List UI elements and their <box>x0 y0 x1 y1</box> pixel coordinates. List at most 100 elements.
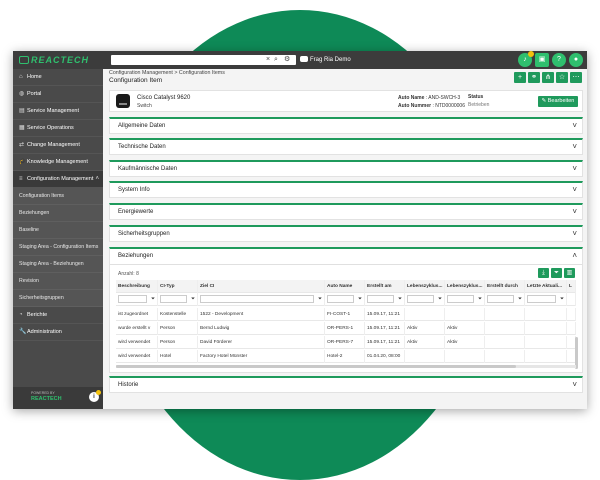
panel-allgemeine-daten[interactable]: Allgemeine Daten ˅ <box>109 117 583 134</box>
filter-input[interactable] <box>160 295 187 303</box>
brand-logo[interactable]: REACTECH <box>19 55 89 65</box>
sidebar-item-service-management[interactable]: ▤ Service Management <box>13 103 103 120</box>
chevron-down-icon: ˅ <box>572 142 577 151</box>
filter-button[interactable]: ⏷ <box>551 268 562 278</box>
table-cell <box>485 322 525 335</box>
table-row[interactable]: wird verwendet Hotel Factory Hotel Münst… <box>116 350 576 363</box>
table-cell: Person <box>158 322 198 335</box>
filter-input[interactable] <box>118 295 147 303</box>
user-label: Frag Ria Demo <box>310 57 351 63</box>
sidebar-subitem-revision[interactable]: Revision <box>13 273 103 290</box>
filter-icon[interactable]: ⏷ <box>358 293 362 306</box>
filter-input[interactable] <box>527 295 556 303</box>
sidebar-item-portal[interactable]: ◍ Portal <box>13 86 103 103</box>
panel-technische-daten[interactable]: Technische Daten ˅ <box>109 138 583 155</box>
sidebar-item-label: Knowledge Management <box>27 159 88 165</box>
panel-title[interactable]: Beziehungen <box>118 253 153 259</box>
add-button[interactable]: + <box>514 72 526 83</box>
column-header[interactable]: Erstellt am <box>365 280 405 293</box>
sidebar-subitem-sicherheitsgruppen[interactable]: Sicherheitsgruppen <box>13 290 103 307</box>
date-filter-input[interactable] <box>367 295 394 303</box>
notification-bell-icon[interactable]: ♪ <box>518 51 534 67</box>
column-header[interactable]: Lebenszyklus... <box>405 280 445 293</box>
sidebar-item-administration[interactable]: 🔧Administration <box>13 324 103 341</box>
column-header[interactable]: L <box>567 280 576 293</box>
table-cell <box>525 336 567 349</box>
column-header[interactable]: Beschreibung <box>116 280 158 293</box>
user-chat[interactable]: Frag Ria Demo <box>300 56 351 63</box>
panel-energiewerte[interactable]: Energiewerte ˅ <box>109 203 583 220</box>
search-icon[interactable]: ⌕ <box>274 55 278 65</box>
sidebar-item-knowledge-management[interactable]: 🎓Knowledge Management <box>13 154 103 171</box>
panel-system-info[interactable]: System Info ˅ <box>109 181 583 198</box>
filter-input[interactable] <box>200 295 314 303</box>
panel-beziehungen: Beziehungen ˄ Anzahl: 8 ⤓ ⏷ ▥ Beschreibu… <box>109 247 583 373</box>
table-cell: Person <box>158 336 198 349</box>
divider <box>110 264 582 265</box>
column-header[interactable]: Auto Name <box>325 280 365 293</box>
avatar[interactable]: ● <box>569 53 583 67</box>
column-header[interactable]: CI-Typ <box>158 280 198 293</box>
filter-icon[interactable]: ⏷ <box>560 293 564 306</box>
more-button[interactable]: ⋯ <box>570 72 582 83</box>
table-row[interactable]: wird verwendet Person David Förderer OR-… <box>116 336 576 349</box>
sidebar-subitem-staging-beziehungen[interactable]: Staging Area - Beziehungen <box>13 256 103 273</box>
column-header[interactable]: Ziel CI <box>198 280 325 293</box>
filter-icon[interactable]: ⏷ <box>151 293 155 306</box>
sidebar-subitem-beziehungen[interactable]: Beziehungen <box>13 205 103 222</box>
favorite-button[interactable]: ☆ <box>556 72 568 83</box>
table-header-row: Beschreibung CI-Typ Ziel CI Auto Name Er… <box>116 280 576 293</box>
column-header[interactable]: Erstellt durch <box>485 280 525 293</box>
home-icon: ⌂ <box>19 74 23 80</box>
filter-input[interactable] <box>407 295 434 303</box>
table-cell <box>445 350 485 363</box>
breadcrumb[interactable]: Configuration Management > Configuration… <box>109 70 225 76</box>
link-button[interactable]: ⚭ <box>528 72 540 83</box>
export-button[interactable]: ⤓ <box>538 268 549 278</box>
filter-icon[interactable]: ⏷ <box>191 293 195 306</box>
column-header[interactable]: Lebenszyklus... <box>445 280 485 293</box>
sidebar-item-label: Configuration Management <box>27 176 94 182</box>
chevron-up-icon[interactable]: ˄ <box>572 251 577 260</box>
share-button[interactable]: ⋔ <box>542 72 554 83</box>
edit-button[interactable]: ✎ Bearbeiten <box>538 96 578 107</box>
info-icon[interactable]: i <box>89 390 101 402</box>
filter-cell <box>567 293 576 306</box>
filter-icon[interactable]: ⏷ <box>518 293 522 306</box>
filter-input[interactable] <box>487 295 514 303</box>
column-header[interactable]: Letzte Aktuali... <box>525 280 567 293</box>
sidebar-item-service-operations[interactable]: ▦ Service Operations <box>13 120 103 137</box>
panel-kaufmaennische-daten[interactable]: Kaufmännische Daten ˅ <box>109 160 583 177</box>
table-row[interactable]: ist zugeordnet Kostenstelle 1522 - Devel… <box>116 308 576 321</box>
clear-icon[interactable]: × <box>266 55 270 65</box>
filter-icon[interactable]: ⏷ <box>318 293 322 306</box>
auto-name-label: Auto Name <box>398 95 425 101</box>
sidebar-item-home[interactable]: ⌂ Home <box>13 69 103 86</box>
search-settings-icon[interactable]: ⚙ <box>284 55 290 65</box>
filter-input[interactable] <box>327 295 354 303</box>
filter-icon[interactable]: ⏷ <box>478 293 482 306</box>
panel-historie[interactable]: Historie ˅ <box>109 376 583 393</box>
sidebar: ⌂ Home ◍ Portal ▤ Service Management ▦ Servi… <box>13 69 103 409</box>
filter-icon[interactable]: ⏷ <box>398 293 402 306</box>
columns-button[interactable]: ▥ <box>564 268 575 278</box>
help-icon[interactable]: ? <box>552 53 566 67</box>
sidebar-subitem-configuration-items[interactable]: Configuration Items <box>13 188 103 205</box>
horizontal-scrollbar[interactable] <box>116 365 576 368</box>
tasks-icon[interactable]: ▣ <box>535 53 549 67</box>
sidebar-subitem-staging-ci[interactable]: Staging Area - Configuration Items <box>13 239 103 256</box>
filter-input[interactable] <box>447 295 474 303</box>
sidebar-subitem-baseline[interactable]: Baseline <box>13 222 103 239</box>
scrollbar-thumb[interactable] <box>116 365 516 368</box>
search-input[interactable] <box>113 55 263 65</box>
filter-icon[interactable]: ⏷ <box>438 293 442 306</box>
sidebar-item-berichte[interactable]: ◔ Berichte <box>13 307 103 324</box>
sidebar-item-change-management[interactable]: ⇄ Change Management <box>13 137 103 154</box>
sidebar-item-configuration-management[interactable]: ≡ Configuration Management ˄ <box>13 171 103 188</box>
info-badge <box>96 390 101 395</box>
panel-sicherheitsgruppen[interactable]: Sicherheitsgruppen ˅ <box>109 225 583 242</box>
panel-title: Historie <box>118 382 139 388</box>
table-row[interactable]: wurde erstellt v Person Bernd Ludwig OR-… <box>116 322 576 335</box>
table-cell <box>445 308 485 321</box>
table-cell: ist zugeordnet <box>116 308 158 321</box>
